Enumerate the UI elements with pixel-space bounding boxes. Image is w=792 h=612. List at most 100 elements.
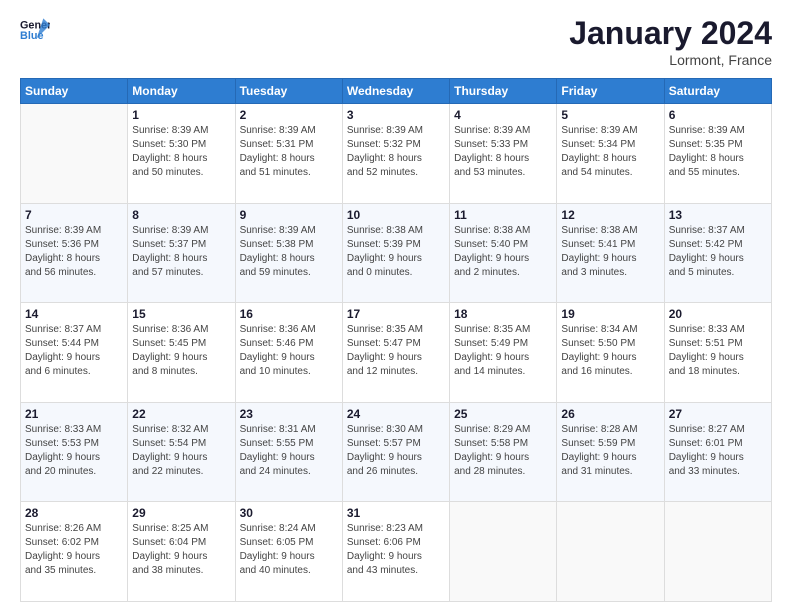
day-number: 25 (454, 407, 552, 421)
table-row (21, 104, 128, 204)
day-number: 12 (561, 208, 659, 222)
table-row: 25 Sunrise: 8:29 AM Sunset: 5:58 PM Dayli… (450, 402, 557, 502)
table-row: 20 Sunrise: 8:33 AM Sunset: 5:51 PM Dayli… (664, 303, 771, 403)
table-row (664, 502, 771, 602)
day-number: 1 (132, 108, 230, 122)
day-info: Sunrise: 8:39 AM Sunset: 5:36 PM Dayligh… (25, 224, 123, 280)
day-number: 21 (25, 407, 123, 421)
day-number: 20 (669, 307, 767, 321)
table-row: 31Sunrise: 8:23 AM Sunset: 6:06 PM Dayli… (342, 502, 449, 602)
calendar-week-row: 1 Sunrise: 8:39 AM Sunset: 5:30 PM Daylig… (21, 104, 772, 204)
table-row (557, 502, 664, 602)
day-info: Sunrise: 8:39 AM Sunset: 5:38 PM Dayligh… (240, 224, 338, 280)
day-info: Sunrise: 8:36 AM Sunset: 5:45 PM Dayligh… (132, 323, 230, 379)
day-info: Sunrise: 8:39 AM Sunset: 5:34 PM Dayligh… (561, 124, 659, 180)
table-row: 28 Sunrise: 8:26 AM Sunset: 6:02 PM Dayli… (21, 502, 128, 602)
day-number: 16 (240, 307, 338, 321)
table-row: 6Sunrise: 8:39 AM Sunset: 5:35 PM Daylig… (664, 104, 771, 204)
title-block: January 2024 Lormont, France (569, 15, 772, 68)
day-number: 15 (132, 307, 230, 321)
table-row (450, 502, 557, 602)
table-row: 10 Sunrise: 8:38 AM Sunset: 5:39 PM Dayli… (342, 203, 449, 303)
day-info: Sunrise: 8:37 AM Sunset: 5:44 PM Dayligh… (25, 323, 123, 379)
day-number: 7 (25, 208, 123, 222)
table-row: 7 Sunrise: 8:39 AM Sunset: 5:36 PM Daylig… (21, 203, 128, 303)
day-number: 22 (132, 407, 230, 421)
day-number: 19 (561, 307, 659, 321)
day-info: Sunrise: 8:38 AM Sunset: 5:40 PM Dayligh… (454, 224, 552, 280)
table-row: 11 Sunrise: 8:38 AM Sunset: 5:40 PM Dayli… (450, 203, 557, 303)
table-row: 29 Sunrise: 8:25 AM Sunset: 6:04 PM Dayli… (128, 502, 235, 602)
col-friday: Friday (557, 79, 664, 104)
day-info: Sunrise: 8:35 AM Sunset: 5:49 PM Dayligh… (454, 323, 552, 379)
day-number: 26 (561, 407, 659, 421)
day-number: 17 (347, 307, 445, 321)
col-tuesday: Tuesday (235, 79, 342, 104)
logo: General Blue (20, 15, 50, 45)
table-row: 16 Sunrise: 8:36 AM Sunset: 5:46 PM Dayli… (235, 303, 342, 403)
day-info: Sunrise: 8:36 AM Sunset: 5:46 PM Dayligh… (240, 323, 338, 379)
col-sunday: Sunday (21, 79, 128, 104)
table-row: 2 Sunrise: 8:39 AM Sunset: 5:31 PM Daylig… (235, 104, 342, 204)
table-row: 21 Sunrise: 8:33 AM Sunset: 5:53 PM Dayli… (21, 402, 128, 502)
col-monday: Monday (128, 79, 235, 104)
table-row: 14 Sunrise: 8:37 AM Sunset: 5:44 PM Dayli… (21, 303, 128, 403)
day-info: Sunrise: 8:30 AM Sunset: 5:57 PM Dayligh… (347, 423, 445, 479)
day-info: Sunrise: 8:39 AM Sunset: 5:33 PM Dayligh… (454, 124, 552, 180)
day-number: 11 (454, 208, 552, 222)
day-info: Sunrise: 8:24 AM Sunset: 6:05 PM Dayligh… (240, 522, 338, 578)
table-row: 24 Sunrise: 8:30 AM Sunset: 5:57 PM Dayli… (342, 402, 449, 502)
day-info: Sunrise: 8:39 AM Sunset: 5:31 PM Dayligh… (240, 124, 338, 180)
day-info: Sunrise: 8:34 AM Sunset: 5:50 PM Dayligh… (561, 323, 659, 379)
day-info: Sunrise: 8:38 AM Sunset: 5:41 PM Dayligh… (561, 224, 659, 280)
day-number: 28 (25, 506, 123, 520)
day-info: Sunrise: 8:28 AM Sunset: 5:59 PM Dayligh… (561, 423, 659, 479)
table-row: 19 Sunrise: 8:34 AM Sunset: 5:50 PM Dayli… (557, 303, 664, 403)
table-row: 22 Sunrise: 8:32 AM Sunset: 5:54 PM Dayli… (128, 402, 235, 502)
day-info: Sunrise: 8:27 AM Sunset: 6:01 PM Dayligh… (669, 423, 767, 479)
day-info: Sunrise: 8:32 AM Sunset: 5:54 PM Dayligh… (132, 423, 230, 479)
day-info: Sunrise: 8:29 AM Sunset: 5:58 PM Dayligh… (454, 423, 552, 479)
table-row: 13Sunrise: 8:37 AM Sunset: 5:42 PM Dayli… (664, 203, 771, 303)
col-saturday: Saturday (664, 79, 771, 104)
day-number: 9 (240, 208, 338, 222)
table-row: 15 Sunrise: 8:36 AM Sunset: 5:45 PM Dayli… (128, 303, 235, 403)
table-row: 18Sunrise: 8:35 AM Sunset: 5:49 PM Dayli… (450, 303, 557, 403)
calendar-week-row: 28 Sunrise: 8:26 AM Sunset: 6:02 PM Dayli… (21, 502, 772, 602)
table-row: 5 Sunrise: 8:39 AM Sunset: 5:34 PM Daylig… (557, 104, 664, 204)
day-info: Sunrise: 8:39 AM Sunset: 5:30 PM Dayligh… (132, 124, 230, 180)
day-number: 10 (347, 208, 445, 222)
day-number: 29 (132, 506, 230, 520)
logo-icon: General Blue (20, 15, 50, 45)
day-info: Sunrise: 8:26 AM Sunset: 6:02 PM Dayligh… (25, 522, 123, 578)
day-number: 24 (347, 407, 445, 421)
day-number: 31 (347, 506, 445, 520)
day-info: Sunrise: 8:38 AM Sunset: 5:39 PM Dayligh… (347, 224, 445, 280)
day-number: 5 (561, 108, 659, 122)
table-row: 1 Sunrise: 8:39 AM Sunset: 5:30 PM Daylig… (128, 104, 235, 204)
day-info: Sunrise: 8:35 AM Sunset: 5:47 PM Dayligh… (347, 323, 445, 379)
day-info: Sunrise: 8:25 AM Sunset: 6:04 PM Dayligh… (132, 522, 230, 578)
header: General Blue January 2024 Lormont, Franc… (20, 15, 772, 68)
location: Lormont, France (569, 52, 772, 68)
day-number: 3 (347, 108, 445, 122)
day-number: 27 (669, 407, 767, 421)
table-row: 9 Sunrise: 8:39 AM Sunset: 5:38 PM Daylig… (235, 203, 342, 303)
col-wednesday: Wednesday (342, 79, 449, 104)
table-row: 17 Sunrise: 8:35 AM Sunset: 5:47 PM Dayli… (342, 303, 449, 403)
day-info: Sunrise: 8:39 AM Sunset: 5:32 PM Dayligh… (347, 124, 445, 180)
table-row: 27 Sunrise: 8:27 AM Sunset: 6:01 PM Dayli… (664, 402, 771, 502)
day-number: 23 (240, 407, 338, 421)
day-info: Sunrise: 8:39 AM Sunset: 5:37 PM Dayligh… (132, 224, 230, 280)
table-row: 4 Sunrise: 8:39 AM Sunset: 5:33 PM Daylig… (450, 104, 557, 204)
day-number: 30 (240, 506, 338, 520)
table-row: 23Sunrise: 8:31 AM Sunset: 5:55 PM Dayli… (235, 402, 342, 502)
day-info: Sunrise: 8:33 AM Sunset: 5:53 PM Dayligh… (25, 423, 123, 479)
day-info: Sunrise: 8:37 AM Sunset: 5:42 PM Dayligh… (669, 224, 767, 280)
day-number: 14 (25, 307, 123, 321)
day-info: Sunrise: 8:33 AM Sunset: 5:51 PM Dayligh… (669, 323, 767, 379)
day-number: 4 (454, 108, 552, 122)
page: General Blue January 2024 Lormont, Franc… (0, 0, 792, 612)
day-number: 2 (240, 108, 338, 122)
calendar-week-row: 7 Sunrise: 8:39 AM Sunset: 5:36 PM Daylig… (21, 203, 772, 303)
